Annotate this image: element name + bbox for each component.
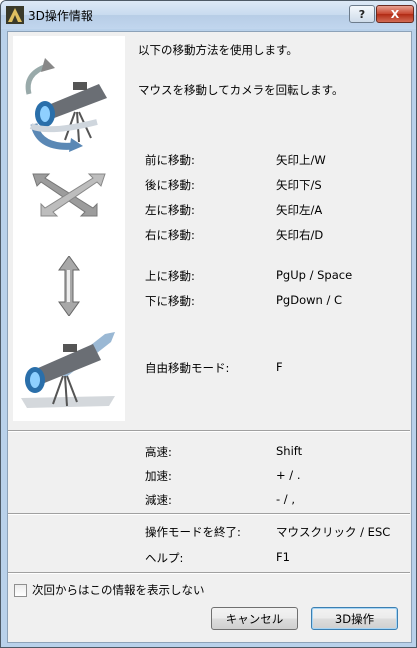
3d-navigate-button[interactable]: 3D操作 [311,607,398,630]
move-down-label: 下に移動: [145,294,195,308]
title-bar[interactable]: 3D操作情報 ? X [1,1,416,29]
free-move-camera-icon [21,332,115,408]
move-arrows-icon [32,173,106,217]
help-button[interactable]: ? [349,5,375,23]
vertical-arrows-icon [58,256,80,316]
dont-show-again-label[interactable]: 次回からはこの情報を表示しない [32,582,205,598]
speed-accel-key: + / . [276,468,301,482]
dialog-content: 以下の移動方法を使用します。 マウスを移動してカメラを回転します。 前に移動: … [7,31,412,643]
separator [8,513,410,515]
move-back-key: 矢印下/S [276,178,322,192]
move-up-label: 上に移動: [145,269,195,283]
move-right-key: 矢印右/D [276,228,324,242]
window-title: 3D操作情報 [28,9,93,23]
help-key: F1 [276,550,290,564]
camera-rotate-icon [25,58,107,152]
speed-fast-key: Shift [276,444,303,458]
help-label: ヘルプ: [145,551,184,565]
dont-show-again-row[interactable]: 次回からはこの情報を表示しない [14,582,205,598]
move-up-key: PgUp / Space [276,268,353,282]
move-down-key: PgDown / C [276,293,343,307]
exit-mode-key: マウスクリック / ESC [276,525,391,539]
separator [8,430,410,432]
speed-fast-label: 高速: [145,445,172,459]
close-button[interactable]: X [376,5,414,23]
move-forward-label: 前に移動: [145,153,195,167]
app-logo-icon [6,6,24,24]
move-right-label: 右に移動: [145,228,195,242]
intro-line-1: 以下の移動方法を使用します。 [138,43,298,57]
separator [8,572,410,574]
move-forward-key: 矢印上/W [276,153,326,167]
illustration-panel [13,36,125,421]
speed-decel-key: - / , [276,492,295,506]
speed-accel-label: 加速: [145,469,172,483]
dont-show-again-checkbox[interactable] [14,583,27,597]
free-mode-label: 自由移動モード: [145,361,230,375]
move-back-label: 後に移動: [145,178,195,192]
free-mode-key: F [276,360,283,374]
exit-mode-label: 操作モードを終了: [145,525,241,539]
intro-line-2: マウスを移動してカメラを回転します。 [138,83,344,97]
cancel-button[interactable]: キャンセル [211,607,298,630]
dialog-window: 3D操作情報 ? X 以下の移動方法を使用します。 マウスを移動してカメラを回転… [0,0,417,648]
move-left-key: 矢印左/A [276,203,323,217]
move-left-label: 左に移動: [145,203,195,217]
speed-decel-label: 減速: [145,493,172,507]
